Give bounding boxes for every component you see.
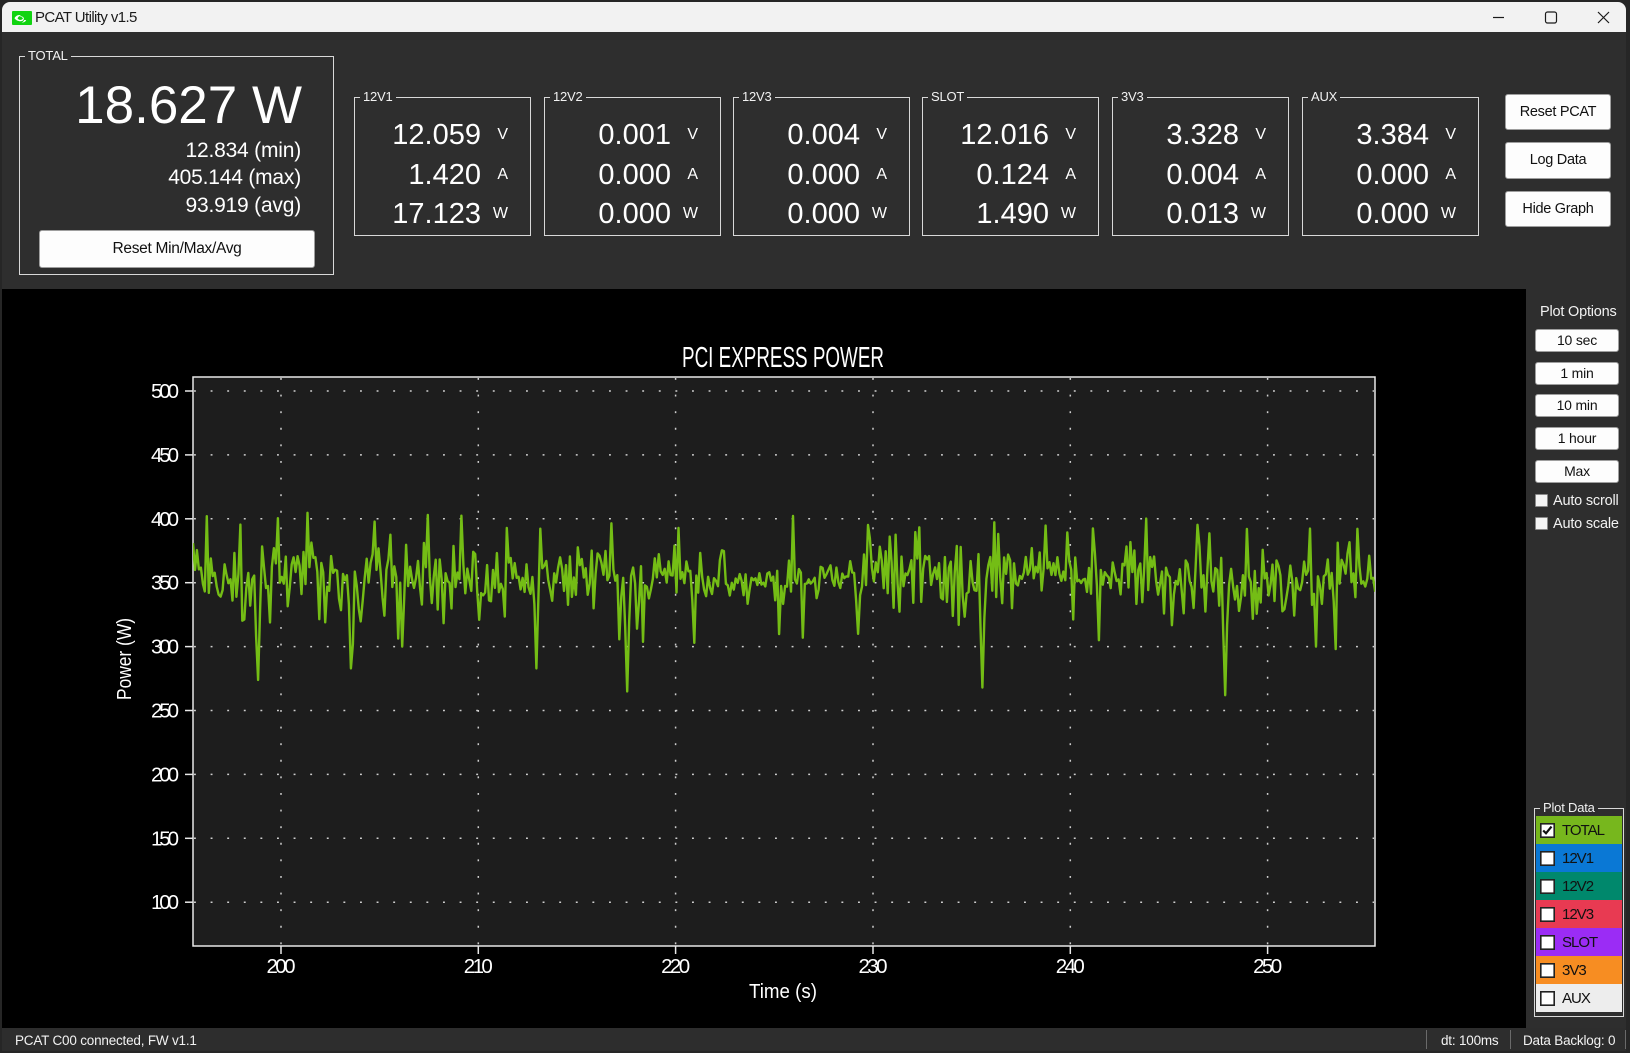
svg-text:200: 200 — [267, 955, 296, 978]
svg-text:PCI EXPRESS POWER: PCI EXPRESS POWER — [682, 342, 884, 374]
svg-text:Power (W): Power (W) — [113, 618, 136, 700]
svg-text:200: 200 — [151, 763, 179, 786]
svg-text:450: 450 — [151, 444, 179, 467]
svg-text:100: 100 — [151, 891, 179, 914]
svg-text:210: 210 — [464, 955, 493, 978]
svg-text:150: 150 — [151, 827, 179, 850]
svg-text:240: 240 — [1056, 955, 1085, 978]
svg-text:400: 400 — [151, 508, 179, 531]
svg-text:500: 500 — [151, 380, 179, 403]
svg-text:250: 250 — [151, 700, 179, 723]
svg-text:Time (s): Time (s) — [749, 981, 817, 1003]
svg-text:250: 250 — [1253, 955, 1282, 978]
svg-text:350: 350 — [151, 572, 179, 595]
svg-text:300: 300 — [151, 636, 179, 659]
svg-text:230: 230 — [859, 955, 888, 978]
svg-text:220: 220 — [661, 955, 690, 978]
